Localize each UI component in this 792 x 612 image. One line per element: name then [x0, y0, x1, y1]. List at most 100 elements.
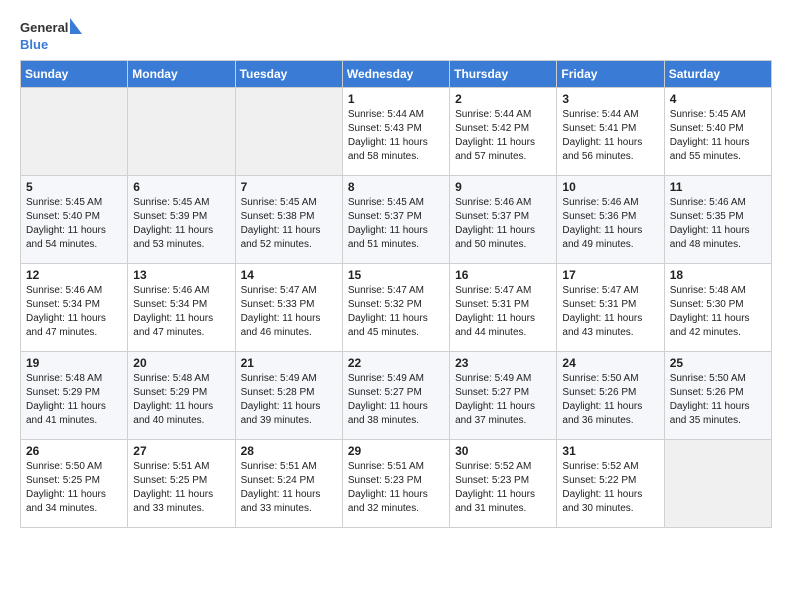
- cell-details: Sunrise: 5:47 AMSunset: 5:31 PMDaylight:…: [562, 284, 658, 340]
- daylight-text: Daylight: 11 hours and 31 minutes.: [455, 488, 551, 516]
- sunrise-text: Sunrise: 5:48 AM: [26, 372, 122, 386]
- cell-details: Sunrise: 5:44 AMSunset: 5:42 PMDaylight:…: [455, 108, 551, 164]
- cell-details: Sunrise: 5:51 AMSunset: 5:24 PMDaylight:…: [241, 460, 337, 516]
- day-number: 3: [562, 92, 658, 106]
- weekday-header-sunday: Sunday: [21, 61, 128, 88]
- day-number: 8: [348, 180, 444, 194]
- sunrise-text: Sunrise: 5:44 AM: [455, 108, 551, 122]
- sunset-text: Sunset: 5:26 PM: [670, 386, 766, 400]
- sunset-text: Sunset: 5:23 PM: [348, 474, 444, 488]
- calendar-cell: 15 Sunrise: 5:47 AMSunset: 5:32 PMDayligh…: [342, 264, 449, 352]
- calendar-table: SundayMondayTuesdayWednesdayThursdayFrid…: [20, 60, 772, 528]
- sunset-text: Sunset: 5:41 PM: [562, 122, 658, 136]
- sunrise-text: Sunrise: 5:45 AM: [348, 196, 444, 210]
- calendar-cell: 23Sunrise: 5:49 AMSunset: 5:27 PMDayligh…: [450, 352, 557, 440]
- sunset-text: Sunset: 5:35 PM: [670, 210, 766, 224]
- daylight-text: Daylight: 11 hours and 47 minutes.: [26, 312, 122, 340]
- cell-details: Sunrise: 5:51 AMSunset: 5:23 PMDaylight:…: [348, 460, 444, 516]
- day-number: 31: [562, 444, 658, 458]
- calendar-cell: 14Sunrise: 5:47 AMSunset: 5:33 PMDayligh…: [235, 264, 342, 352]
- week-row-3: 12Sunrise: 5:46 AMSunset: 5:34 PMDayligh…: [21, 264, 772, 352]
- sunset-text: Sunset: 5:38 PM: [241, 210, 337, 224]
- page-header: GeneralBlue: [20, 16, 772, 52]
- day-number: 16: [455, 268, 551, 282]
- sunset-text: Sunset: 5:37 PM: [348, 210, 444, 224]
- cell-details: Sunrise: 5:49 AMSunset: 5:28 PMDaylight:…: [241, 372, 337, 428]
- sunset-text: Sunset: 5:25 PM: [26, 474, 122, 488]
- day-number: 27: [133, 444, 229, 458]
- day-number: 10: [562, 180, 658, 194]
- daylight-text: Daylight: 11 hours and 33 minutes.: [241, 488, 337, 516]
- sunrise-text: Sunrise: 5:46 AM: [670, 196, 766, 210]
- week-row-1: 1Sunrise: 5:44 AMSunset: 5:43 PMDaylight…: [21, 88, 772, 176]
- calendar-cell: 20Sunrise: 5:48 AMSunset: 5:29 PMDayligh…: [128, 352, 235, 440]
- calendar-cell: 19Sunrise: 5:48 AMSunset: 5:29 PMDayligh…: [21, 352, 128, 440]
- sunrise-text: Sunrise: 5:50 AM: [562, 372, 658, 386]
- calendar-cell: 26Sunrise: 5:50 AMSunset: 5:25 PMDayligh…: [21, 440, 128, 528]
- weekday-header-row: SundayMondayTuesdayWednesdayThursdayFrid…: [21, 61, 772, 88]
- day-number: 29: [348, 444, 444, 458]
- day-number: 21: [241, 356, 337, 370]
- cell-details: Sunrise: 5:46 AMSunset: 5:34 PMDaylight:…: [26, 284, 122, 340]
- sunset-text: Sunset: 5:27 PM: [348, 386, 444, 400]
- daylight-text: Daylight: 11 hours and 48 minutes.: [670, 224, 766, 252]
- sunrise-text: Sunrise: 5:47 AM: [241, 284, 337, 298]
- sunset-text: Sunset: 5:30 PM: [670, 298, 766, 312]
- daylight-text: Daylight: 11 hours and 34 minutes.: [26, 488, 122, 516]
- day-number: 11: [670, 180, 766, 194]
- sunrise-text: Sunrise: 5:49 AM: [455, 372, 551, 386]
- sunset-text: Sunset: 5:32 PM: [348, 298, 444, 312]
- sunset-text: Sunset: 5:40 PM: [26, 210, 122, 224]
- logo: GeneralBlue: [20, 16, 82, 52]
- sunset-text: Sunset: 5:31 PM: [562, 298, 658, 312]
- daylight-text: Daylight: 11 hours and 41 minutes.: [26, 400, 122, 428]
- sunrise-text: Sunrise: 5:51 AM: [348, 460, 444, 474]
- calendar-cell: 28 Sunrise: 5:51 AMSunset: 5:24 PMDayligh…: [235, 440, 342, 528]
- cell-details: Sunrise: 5:51 AMSunset: 5:25 PMDaylight:…: [133, 460, 229, 516]
- svg-text:Blue: Blue: [20, 37, 48, 52]
- cell-details: Sunrise: 5:48 AMSunset: 5:29 PMDaylight:…: [133, 372, 229, 428]
- cell-details: Sunrise: 5:47 AMSunset: 5:31 PMDaylight:…: [455, 284, 551, 340]
- daylight-text: Daylight: 11 hours and 37 minutes.: [455, 400, 551, 428]
- day-number: 24: [562, 356, 658, 370]
- weekday-header-tuesday: Tuesday: [235, 61, 342, 88]
- calendar-cell: 11 Sunrise: 5:46 AMSunset: 5:35 PMDayligh…: [664, 176, 771, 264]
- cell-details: Sunrise: 5:50 AMSunset: 5:26 PMDaylight:…: [670, 372, 766, 428]
- sunset-text: Sunset: 5:42 PM: [455, 122, 551, 136]
- day-number: 22: [348, 356, 444, 370]
- day-number: 26: [26, 444, 122, 458]
- daylight-text: Daylight: 11 hours and 32 minutes.: [348, 488, 444, 516]
- weekday-header-thursday: Thursday: [450, 61, 557, 88]
- sunrise-text: Sunrise: 5:46 AM: [133, 284, 229, 298]
- sunset-text: Sunset: 5:31 PM: [455, 298, 551, 312]
- daylight-text: Daylight: 11 hours and 42 minutes.: [670, 312, 766, 340]
- day-number: 25: [670, 356, 766, 370]
- calendar-cell: 5Sunrise: 5:45 AMSunset: 5:40 PMDaylight…: [21, 176, 128, 264]
- calendar-cell: 1Sunrise: 5:44 AMSunset: 5:43 PMDaylight…: [342, 88, 449, 176]
- cell-details: Sunrise: 5:47 AMSunset: 5:32 PMDaylight:…: [348, 284, 444, 340]
- day-number: 28: [241, 444, 337, 458]
- sunset-text: Sunset: 5:33 PM: [241, 298, 337, 312]
- calendar-cell: 6Sunrise: 5:45 AMSunset: 5:39 PMDaylight…: [128, 176, 235, 264]
- week-row-5: 26Sunrise: 5:50 AMSunset: 5:25 PMDayligh…: [21, 440, 772, 528]
- cell-details: Sunrise: 5:50 AMSunset: 5:26 PMDaylight:…: [562, 372, 658, 428]
- day-number: 15: [348, 268, 444, 282]
- calendar-cell: 25 Sunrise: 5:50 AMSunset: 5:26 PMDayligh…: [664, 352, 771, 440]
- calendar-cell: [128, 88, 235, 176]
- daylight-text: Daylight: 11 hours and 58 minutes.: [348, 136, 444, 164]
- sunrise-text: Sunrise: 5:46 AM: [455, 196, 551, 210]
- day-number: 1: [348, 92, 444, 106]
- sunrise-text: Sunrise: 5:51 AM: [133, 460, 229, 474]
- daylight-text: Daylight: 11 hours and 44 minutes.: [455, 312, 551, 340]
- sunrise-text: Sunrise: 5:47 AM: [348, 284, 444, 298]
- calendar-cell: 10Sunrise: 5:46 AMSunset: 5:36 PMDayligh…: [557, 176, 664, 264]
- day-number: 14: [241, 268, 337, 282]
- cell-details: Sunrise: 5:52 AMSunset: 5:22 PMDaylight:…: [562, 460, 658, 516]
- sunrise-text: Sunrise: 5:50 AM: [670, 372, 766, 386]
- sunrise-text: Sunrise: 5:45 AM: [133, 196, 229, 210]
- weekday-header-friday: Friday: [557, 61, 664, 88]
- calendar-cell: 8Sunrise: 5:45 AMSunset: 5:37 PMDaylight…: [342, 176, 449, 264]
- day-number: 23: [455, 356, 551, 370]
- calendar-page: GeneralBlue SundayMondayTuesdayWednesday…: [0, 0, 792, 544]
- calendar-cell: 2Sunrise: 5:44 AMSunset: 5:42 PMDaylight…: [450, 88, 557, 176]
